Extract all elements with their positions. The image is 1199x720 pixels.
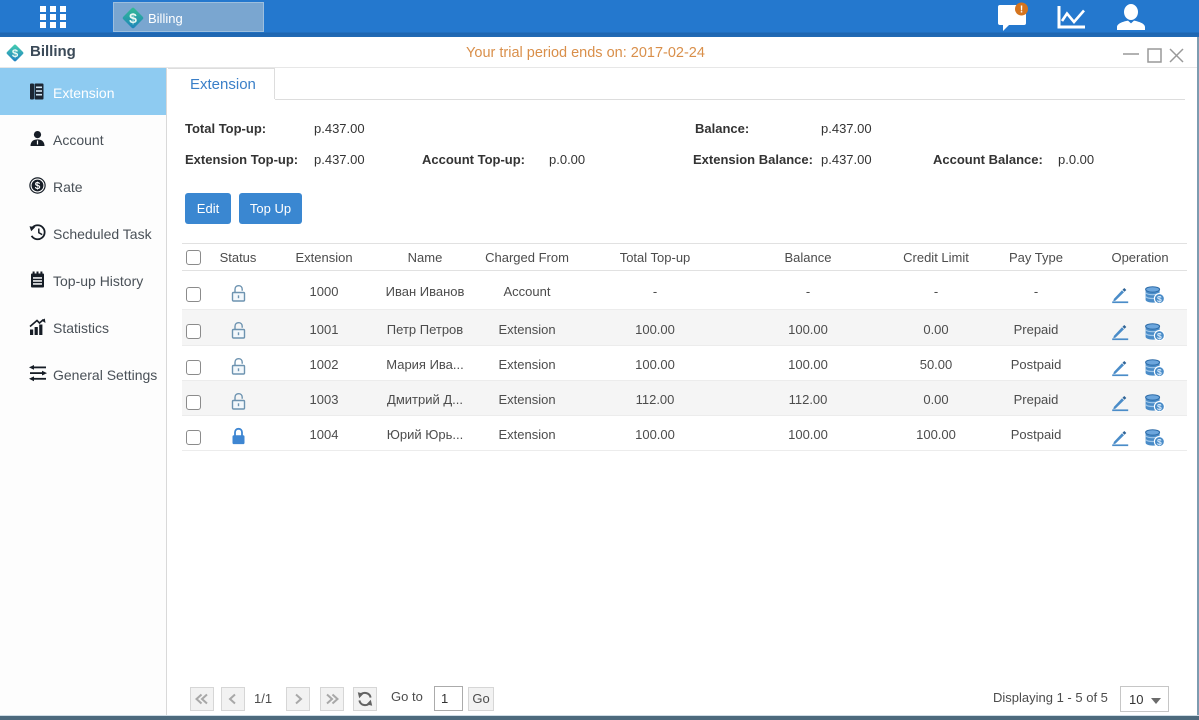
svg-text:$: $: [1157, 436, 1162, 446]
svg-text:$: $: [1157, 401, 1162, 411]
svg-text:$: $: [1157, 366, 1162, 376]
svg-text:$: $: [1157, 293, 1162, 303]
svg-text:!: !: [1020, 5, 1023, 16]
svg-text:$: $: [1157, 331, 1162, 341]
svg-text:$: $: [35, 181, 41, 192]
svg-text:$: $: [129, 10, 137, 26]
